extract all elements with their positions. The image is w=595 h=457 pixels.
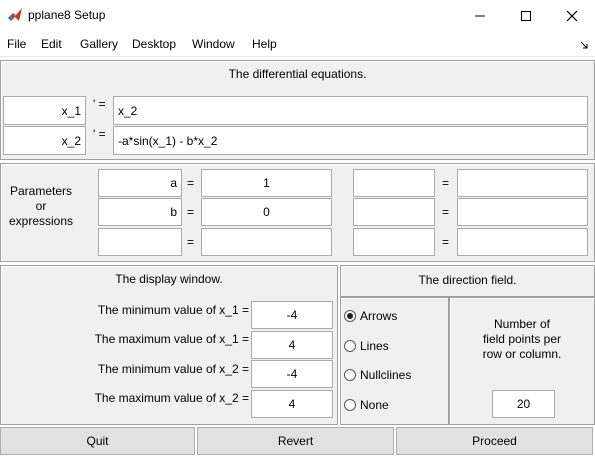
menu-desktop[interactable]: Desktop	[132, 37, 176, 51]
ymax-label: The maximum value of x_2 =	[94, 391, 249, 405]
param-value-1-field[interactable]: 1	[201, 169, 332, 197]
prime-equals-label: ' =	[93, 127, 106, 141]
direction-field-heading: The direction field.	[418, 273, 517, 287]
matlab-logo-icon	[7, 7, 23, 23]
menu-bar: File Edit Gallery Desktop Window Help	[0, 31, 595, 57]
equations-heading: The differential equations.	[228, 67, 367, 81]
parameters-label: Parameters or expressions	[8, 184, 74, 228]
param-name-2-field[interactable]: b	[98, 198, 182, 226]
proceed-button[interactable]: Proceed	[396, 427, 593, 455]
xmax-label: The maximum value of x_1 =	[94, 332, 249, 346]
maximize-icon	[521, 10, 531, 21]
radio-nullclines[interactable]: Nullclines	[344, 368, 444, 384]
param-value-6-field[interactable]	[457, 228, 588, 256]
prime-equals-label: ' =	[93, 97, 106, 111]
equals-label: =	[187, 205, 195, 219]
equation-var-1-field[interactable]: x_1	[3, 96, 86, 125]
equals-label: =	[442, 176, 450, 190]
field-points-label: Number of field points per row or column…	[482, 317, 562, 361]
menu-file[interactable]: File	[7, 37, 26, 51]
radio-unselected-icon	[344, 369, 356, 381]
radio-arrows[interactable]: Arrows	[344, 309, 444, 325]
minimize-icon	[475, 15, 485, 16]
title-bar: pplane8 Setup	[0, 0, 595, 31]
param-value-2-field[interactable]: 0	[201, 198, 332, 226]
radio-unselected-icon	[344, 340, 356, 352]
ymin-field[interactable]: -4	[251, 360, 333, 388]
radio-unselected-icon	[344, 399, 356, 411]
xmin-field[interactable]: -4	[251, 301, 333, 329]
display-window-heading: The display window.	[115, 272, 223, 286]
maximize-button[interactable]	[503, 0, 549, 31]
menu-gallery[interactable]: Gallery	[80, 37, 118, 51]
equation-rhs-2-field[interactable]: -a*sin(x_1) - b*x_2	[113, 126, 588, 155]
close-button[interactable]	[549, 0, 595, 31]
menu-window[interactable]: Window	[192, 37, 235, 51]
equals-label: =	[442, 205, 450, 219]
revert-button[interactable]: Revert	[197, 427, 394, 455]
menu-help[interactable]: Help	[252, 37, 277, 51]
param-name-6-field[interactable]	[353, 228, 435, 256]
param-name-5-field[interactable]	[353, 198, 435, 226]
param-value-4-field[interactable]	[457, 169, 588, 197]
ymin-label: The minimum value of x_2 =	[97, 362, 249, 376]
radio-lines[interactable]: Lines	[344, 339, 444, 355]
equation-rhs-1-field[interactable]: x_2	[113, 96, 588, 125]
param-name-1-field[interactable]: a	[98, 169, 182, 197]
menu-edit[interactable]: Edit	[41, 37, 62, 51]
equals-label: =	[187, 176, 195, 190]
dock-arrow-icon[interactable]	[580, 38, 588, 52]
param-value-5-field[interactable]	[457, 198, 588, 226]
window-title: pplane8 Setup	[28, 8, 106, 22]
equation-var-2-field[interactable]: x_2	[3, 126, 86, 155]
close-icon	[566, 10, 578, 21]
xmin-label: The minimum value of x_1 =	[97, 303, 249, 317]
ymax-field[interactable]: 4	[251, 390, 333, 418]
radio-selected-icon	[344, 310, 356, 322]
param-name-4-field[interactable]	[353, 169, 435, 197]
equals-label: =	[442, 235, 450, 249]
equals-label: =	[187, 235, 195, 249]
param-name-3-field[interactable]	[98, 228, 182, 256]
minimize-button[interactable]	[457, 0, 503, 31]
quit-button[interactable]: Quit	[0, 427, 195, 455]
field-points-input[interactable]: 20	[492, 390, 555, 418]
param-value-3-field[interactable]	[201, 228, 332, 256]
radio-none[interactable]: None	[344, 398, 444, 414]
xmax-field[interactable]: 4	[251, 331, 333, 359]
